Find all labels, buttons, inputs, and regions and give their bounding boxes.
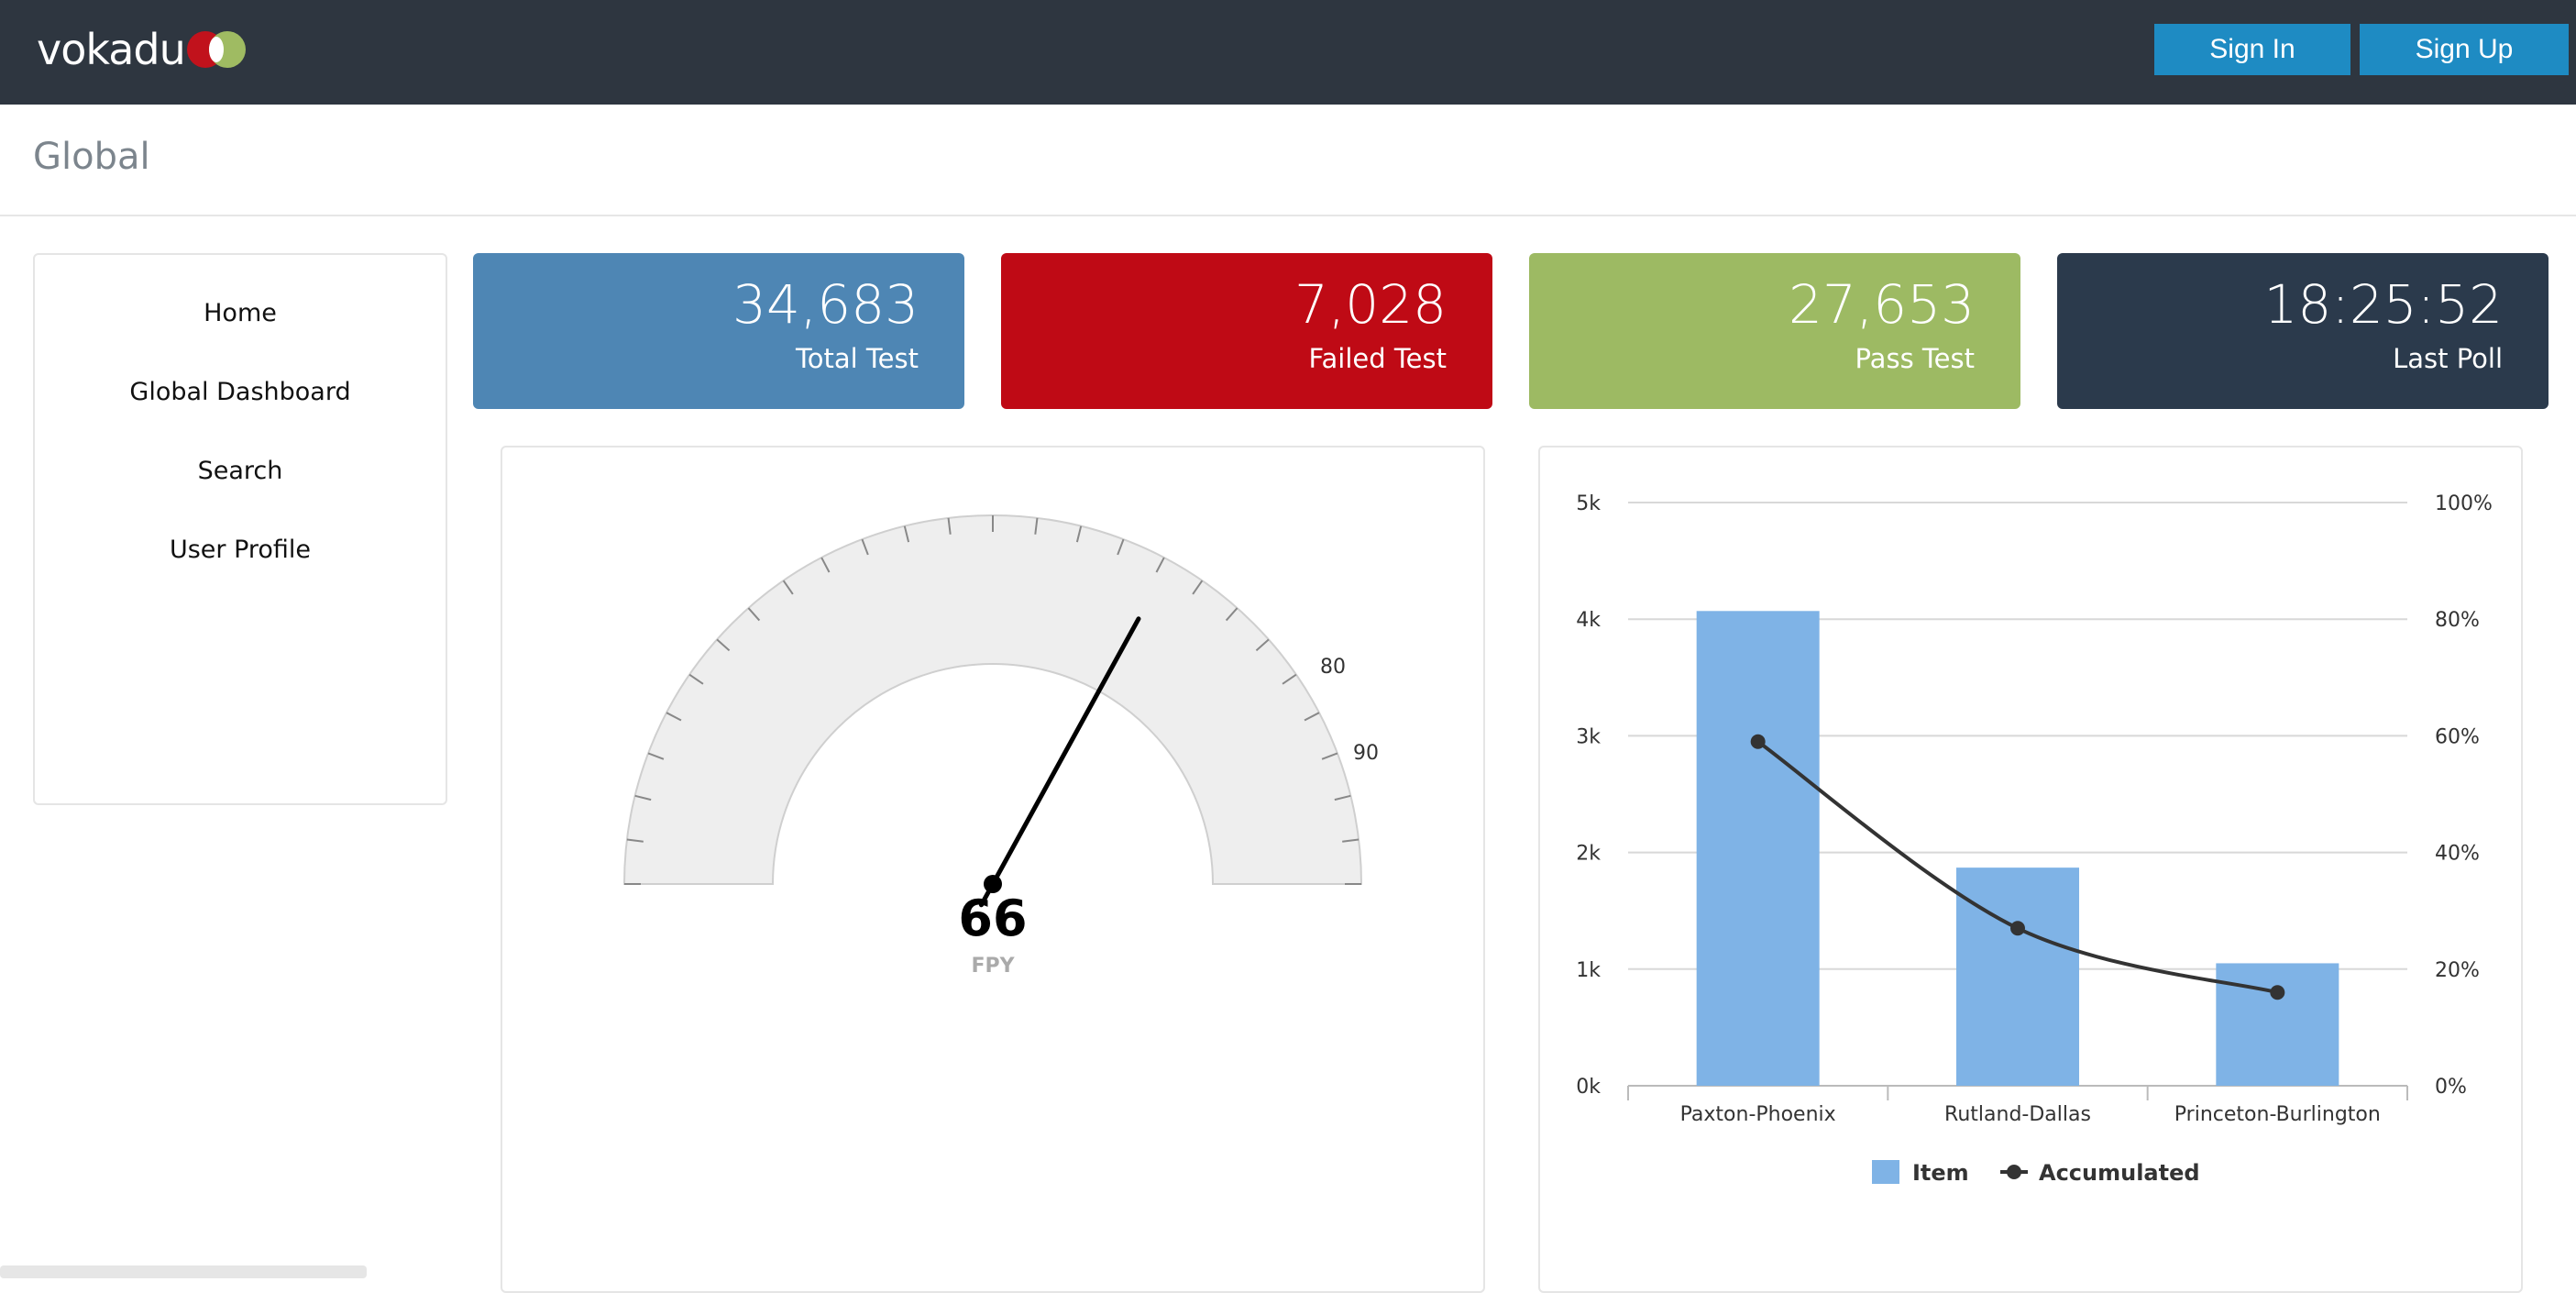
last-poll-card: 18:25:52 Last Poll bbox=[2057, 253, 2548, 409]
total-test-card: 34,683 Total Test bbox=[473, 253, 964, 409]
legend-accumulated-marker bbox=[2007, 1165, 2021, 1179]
y-left-tick-label: 0k bbox=[1576, 1076, 1601, 1099]
y-right-tick-label: 100% bbox=[2435, 492, 2493, 515]
gauge-label: FPY bbox=[971, 955, 1015, 978]
sidebar-item-home[interactable]: Home bbox=[35, 299, 446, 327]
logo-text: vokadu bbox=[37, 25, 186, 74]
pareto-chart-panel: 0k 1k 2k 3k 4k 5k 0% 20% 40% 60% 80% 100% Paxton-Pho… bbox=[1538, 446, 2523, 1293]
last-poll-label: Last Poll bbox=[2393, 343, 2503, 374]
bar-item bbox=[1696, 611, 1820, 1086]
y-right-tick-label: 60% bbox=[2435, 725, 2480, 748]
fpy-gauge-panel: 80 90 66 FPY bbox=[501, 446, 1485, 1293]
sign-up-button[interactable]: Sign Up bbox=[2360, 24, 2569, 75]
y-left-tick-label: 3k bbox=[1576, 725, 1601, 748]
accumulated-point bbox=[2270, 985, 2285, 1000]
x-tick-label: Paxton-Phoenix bbox=[1680, 1103, 1836, 1126]
y-right-tick-label: 0% bbox=[2435, 1076, 2467, 1099]
logo[interactable]: vokadu bbox=[37, 20, 248, 79]
accumulated-point bbox=[2010, 921, 2025, 936]
y-left-tick-label: 2k bbox=[1576, 843, 1601, 866]
pass-test-card: 27,653 Pass Test bbox=[1529, 253, 2020, 409]
y-left-tick-label: 4k bbox=[1576, 609, 1601, 632]
last-poll-value: 18:25:52 bbox=[2263, 273, 2504, 336]
fpy-gauge: 80 90 66 FPY bbox=[622, 514, 1379, 978]
y-right-tick-label: 40% bbox=[2435, 843, 2480, 866]
y-right-tick-label: 80% bbox=[2435, 609, 2480, 632]
bar-item bbox=[2216, 963, 2339, 1086]
pareto-chart: 0k 1k 2k 3k 4k 5k 0% 20% 40% 60% 80% 100% Paxton-Pho… bbox=[1576, 492, 2493, 1186]
bar-item bbox=[1956, 868, 2079, 1086]
logo-mark-icon bbox=[186, 29, 248, 70]
total-test-value: 34,683 bbox=[732, 273, 919, 336]
failed-test-card: 7,028 Failed Test bbox=[1001, 253, 1492, 409]
pass-test-label: Pass Test bbox=[1855, 343, 1976, 374]
x-tick-label: Rutland-Dallas bbox=[1944, 1103, 2091, 1126]
sidebar-item-global-dashboard[interactable]: Global Dashboard bbox=[35, 378, 446, 406]
sign-in-button[interactable]: Sign In bbox=[2154, 24, 2350, 75]
legend-item-label: Item bbox=[1912, 1160, 1969, 1186]
pass-test-value: 27,653 bbox=[1789, 273, 1975, 336]
total-test-label: Total Test bbox=[795, 343, 919, 374]
y-right-tick-label: 20% bbox=[2435, 959, 2480, 982]
legend-accumulated-label: Accumulated bbox=[2039, 1160, 2200, 1186]
y-left-tick-label: 1k bbox=[1576, 959, 1601, 982]
gauge-tick-label-80: 80 bbox=[1320, 656, 1346, 679]
legend-item-swatch bbox=[1872, 1160, 1899, 1184]
sidebar-item-search[interactable]: Search bbox=[35, 457, 446, 485]
sidebar: Home Global Dashboard Search User Profil… bbox=[33, 253, 447, 805]
y-left-tick-label: 5k bbox=[1576, 492, 1601, 515]
gauge-value: 66 bbox=[958, 890, 1027, 947]
accumulated-point bbox=[1750, 734, 1766, 749]
sidebar-item-user-profile[interactable]: User Profile bbox=[35, 536, 446, 564]
page-title: Global bbox=[33, 136, 150, 178]
failed-test-label: Failed Test bbox=[1308, 343, 1447, 374]
page-header: Global bbox=[0, 105, 2576, 216]
top-navbar: vokadu Sign In Sign Up bbox=[0, 0, 2576, 105]
gauge-band bbox=[622, 514, 1363, 885]
failed-test-value: 7,028 bbox=[1294, 273, 1447, 336]
gauge-tick-label-90: 90 bbox=[1353, 742, 1379, 765]
x-tick-label: Princeton-Burlington bbox=[2174, 1103, 2381, 1126]
